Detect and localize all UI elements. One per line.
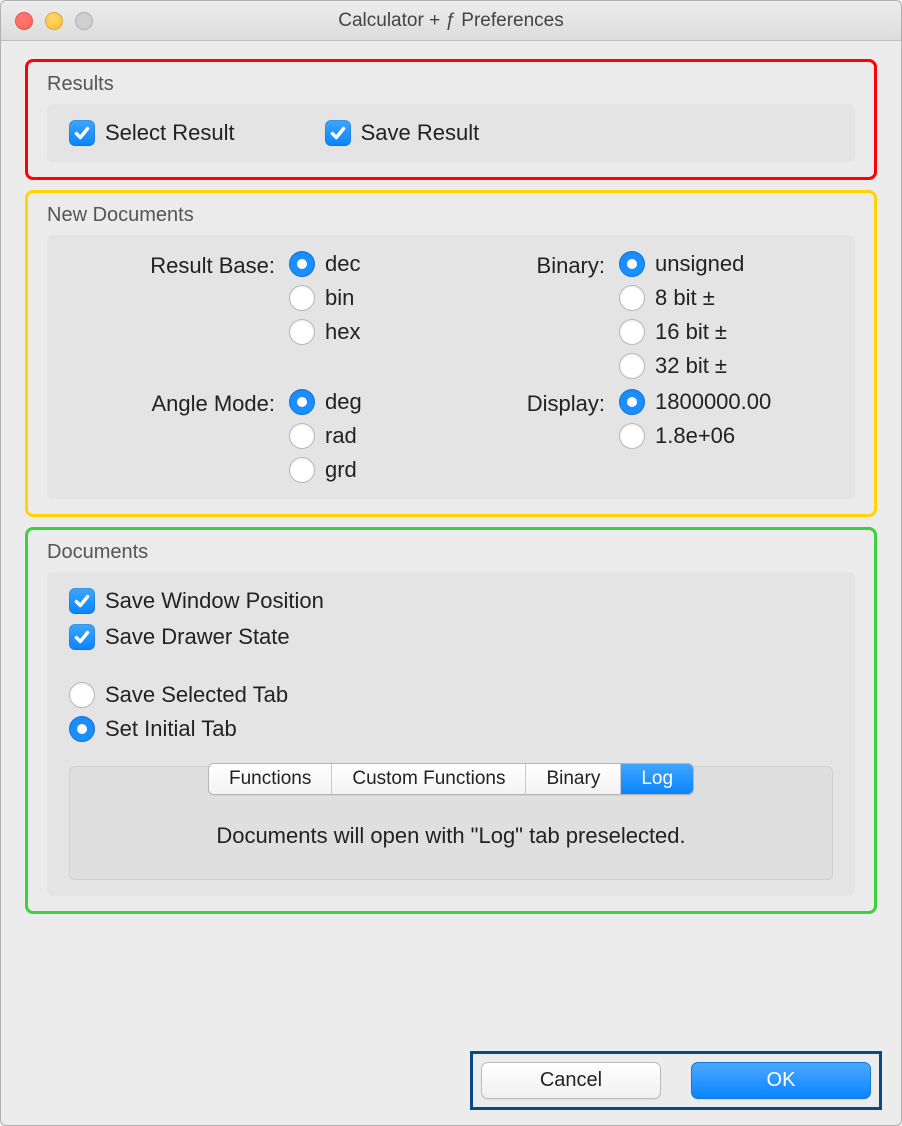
radio-option[interactable]: 32 bit ± [619, 353, 839, 379]
new-documents-group-title: New Documents [47, 204, 855, 227]
radio-label: 8 bit ± [655, 285, 715, 311]
save-window-position-checkbox[interactable]: Save Window Position [69, 588, 833, 614]
radio-option[interactable]: Set Initial Tab [69, 716, 833, 742]
radio-label: 16 bit ± [655, 319, 727, 345]
radio-option[interactable]: 8 bit ± [619, 285, 839, 311]
radio-option[interactable]: rad [289, 423, 449, 449]
radio-option[interactable]: Save Selected Tab [69, 682, 833, 708]
display-radios: 1800000.00 1.8e+06 [619, 389, 839, 449]
angle-mode-label: Angle Mode: [69, 389, 289, 417]
zoom-icon [75, 12, 93, 30]
dialog-footer: Cancel OK [1, 1050, 901, 1125]
radio-icon [289, 457, 315, 483]
radio-label: 1.8e+06 [655, 423, 735, 449]
tab-segment[interactable]: Binary [526, 764, 621, 794]
titlebar: Calculator + ƒ Preferences [1, 1, 901, 41]
radio-label: dec [325, 251, 360, 277]
new-documents-group: New Documents Result Base: dec bin hex Bin… [27, 192, 875, 515]
results-group: Results Select Result Save Result [27, 61, 875, 178]
radio-option[interactable]: 1.8e+06 [619, 423, 839, 449]
documents-group-title: Documents [47, 541, 855, 564]
angle-mode-radios: deg rad grd [289, 389, 449, 483]
checkmark-icon [69, 624, 95, 650]
radio-icon [619, 389, 645, 415]
checkmark-icon [69, 588, 95, 614]
save-window-position-label: Save Window Position [105, 588, 324, 614]
save-drawer-state-checkbox[interactable]: Save Drawer State [69, 624, 833, 650]
radio-label: deg [325, 389, 362, 415]
radio-option[interactable]: bin [289, 285, 449, 311]
tab-segment[interactable]: Log [621, 764, 693, 794]
result-base-radios: dec bin hex [289, 251, 449, 345]
radio-icon [619, 319, 645, 345]
cancel-button[interactable]: Cancel [481, 1062, 661, 1099]
documents-group: Documents Save Window Position Save Draw… [27, 529, 875, 912]
radio-icon [619, 285, 645, 311]
radio-icon [619, 423, 645, 449]
result-base-label: Result Base: [69, 251, 289, 279]
radio-icon [289, 285, 315, 311]
tab-segment[interactable]: Functions [209, 764, 332, 794]
select-result-checkbox[interactable]: Select Result [69, 120, 235, 146]
radio-option[interactable]: grd [289, 457, 449, 483]
radio-option[interactable]: deg [289, 389, 449, 415]
tab-mode-radios: Save Selected Tab Set Initial Tab [69, 682, 833, 742]
radio-label: rad [325, 423, 357, 449]
minimize-icon[interactable] [45, 12, 63, 30]
save-drawer-state-label: Save Drawer State [105, 624, 290, 650]
results-group-title: Results [47, 73, 855, 96]
radio-option[interactable]: 1800000.00 [619, 389, 839, 415]
radio-icon [619, 251, 645, 277]
ok-button[interactable]: OK [691, 1062, 871, 1099]
radio-label: hex [325, 319, 360, 345]
save-result-label: Save Result [361, 120, 480, 146]
checkmark-icon [69, 120, 95, 146]
radio-label: Set Initial Tab [105, 716, 237, 742]
radio-label: 32 bit ± [655, 353, 727, 379]
binary-label: Binary: [449, 251, 619, 279]
radio-label: 1800000.00 [655, 389, 771, 415]
radio-label: bin [325, 285, 354, 311]
radio-label: Save Selected Tab [105, 682, 288, 708]
radio-option[interactable]: hex [289, 319, 449, 345]
radio-option[interactable]: unsigned [619, 251, 839, 277]
initial-tab-panel: FunctionsCustom FunctionsBinaryLog Docum… [69, 766, 833, 880]
radio-option[interactable]: 16 bit ± [619, 319, 839, 345]
close-icon[interactable] [15, 12, 33, 30]
tab-segment[interactable]: Custom Functions [332, 764, 526, 794]
radio-icon [69, 716, 95, 742]
select-result-label: Select Result [105, 120, 235, 146]
initial-tab-message: Documents will open with "Log" tab prese… [70, 823, 832, 849]
radio-icon [289, 319, 315, 345]
radio-icon [289, 389, 315, 415]
binary-radios: unsigned 8 bit ± 16 bit ± 32 bit ± [619, 251, 839, 379]
radio-icon [69, 682, 95, 708]
radio-icon [619, 353, 645, 379]
window-title: Calculator + ƒ Preferences [1, 10, 901, 32]
radio-label: grd [325, 457, 357, 483]
display-label: Display: [449, 389, 619, 417]
radio-option[interactable]: dec [289, 251, 449, 277]
save-result-checkbox[interactable]: Save Result [325, 120, 480, 146]
initial-tab-segmented: FunctionsCustom FunctionsBinaryLog [208, 763, 694, 795]
dialog-buttons: Cancel OK [477, 1058, 875, 1103]
radio-icon [289, 251, 315, 277]
window-controls [15, 12, 93, 30]
radio-label: unsigned [655, 251, 744, 277]
radio-icon [289, 423, 315, 449]
checkmark-icon [325, 120, 351, 146]
preferences-window: Calculator + ƒ Preferences Results Selec… [0, 0, 902, 1126]
